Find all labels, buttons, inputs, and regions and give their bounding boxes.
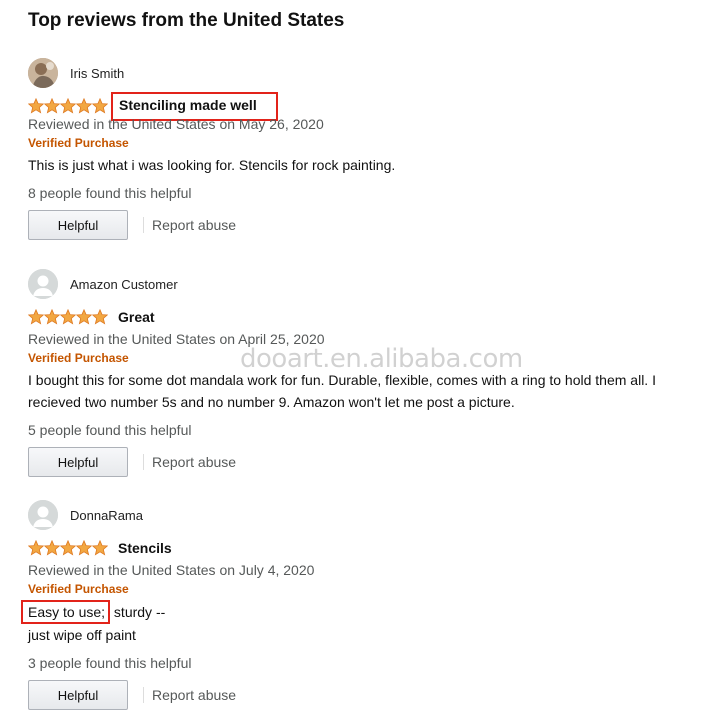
avatar[interactable] [28, 500, 58, 530]
star-icon [60, 98, 76, 114]
review-actions: Helpful Report abuse [28, 680, 708, 710]
verified-purchase-badge: Verified Purchase [28, 582, 129, 596]
review-body-text: sturdy -- [110, 604, 166, 620]
star-rating[interactable] [28, 98, 108, 114]
reviewer-profile[interactable]: Iris Smith [28, 58, 708, 88]
review-body-text: just wipe off paint [28, 627, 136, 643]
star-icon [60, 309, 76, 325]
review-date: Reviewed in the United States on July 4,… [28, 562, 315, 578]
section-heading: Top reviews from the United States [28, 10, 345, 31]
avatar[interactable] [28, 58, 58, 88]
review-item: Iris Smith Stenciling made well Reviewed… [28, 58, 708, 240]
watermark: dooart.en.alibaba.com [240, 344, 523, 374]
star-rating[interactable] [28, 309, 108, 325]
star-icon [28, 540, 44, 556]
star-icon [92, 98, 108, 114]
report-abuse-link[interactable]: Report abuse [152, 217, 236, 233]
reviewer-profile[interactable]: DonnaRama [28, 500, 708, 530]
divider [143, 217, 144, 233]
divider [143, 454, 144, 470]
review-body-highlight: Easy to use; [28, 604, 106, 620]
reviewer-name[interactable]: DonnaRama [70, 508, 143, 523]
star-icon [76, 98, 92, 114]
review-actions: Helpful Report abuse [28, 210, 708, 240]
review-body: Easy to use; sturdy -- just wipe off pai… [21, 600, 698, 646]
star-icon [92, 309, 108, 325]
report-abuse-link[interactable]: Report abuse [152, 687, 236, 703]
highlight-box: Easy to use; [21, 600, 111, 624]
review-item: DonnaRama Stencils Reviewed in the Unite… [21, 500, 708, 710]
review-actions: Helpful Report abuse [28, 447, 708, 477]
star-icon [76, 540, 92, 556]
rating-row: Stenciling made well [28, 91, 708, 121]
review-title[interactable]: Great [118, 309, 155, 325]
star-icon [44, 309, 60, 325]
star-icon [92, 540, 108, 556]
helpful-count: 8 people found this helpful [28, 185, 192, 201]
star-icon [28, 309, 44, 325]
star-icon [44, 98, 60, 114]
helpful-button[interactable]: Helpful [28, 680, 128, 710]
review-body: I bought this for some dot mandala work … [28, 372, 656, 410]
review-body: This is just what i was looking for. Ste… [28, 157, 396, 173]
report-abuse-link[interactable]: Report abuse [152, 454, 236, 470]
star-rating[interactable] [28, 540, 108, 556]
rating-row: Stencils [28, 537, 708, 559]
helpful-button[interactable]: Helpful [28, 447, 128, 477]
review-title[interactable]: Stenciling made well [119, 97, 257, 113]
star-icon [44, 540, 60, 556]
reviewer-name[interactable]: Amazon Customer [70, 277, 178, 292]
helpful-count: 5 people found this helpful [28, 422, 192, 438]
avatar[interactable] [28, 269, 58, 299]
reviewer-name[interactable]: Iris Smith [70, 66, 124, 81]
star-icon [28, 98, 44, 114]
star-icon [76, 309, 92, 325]
rating-row: Great [28, 306, 708, 328]
divider [143, 687, 144, 703]
helpful-button[interactable]: Helpful [28, 210, 128, 240]
star-icon [60, 540, 76, 556]
reviewer-profile[interactable]: Amazon Customer [28, 269, 708, 299]
verified-purchase-badge: Verified Purchase [28, 136, 129, 150]
helpful-count: 3 people found this helpful [28, 655, 192, 671]
review-title[interactable]: Stencils [118, 540, 172, 556]
review-date: Reviewed in the United States on May 26,… [28, 116, 324, 132]
